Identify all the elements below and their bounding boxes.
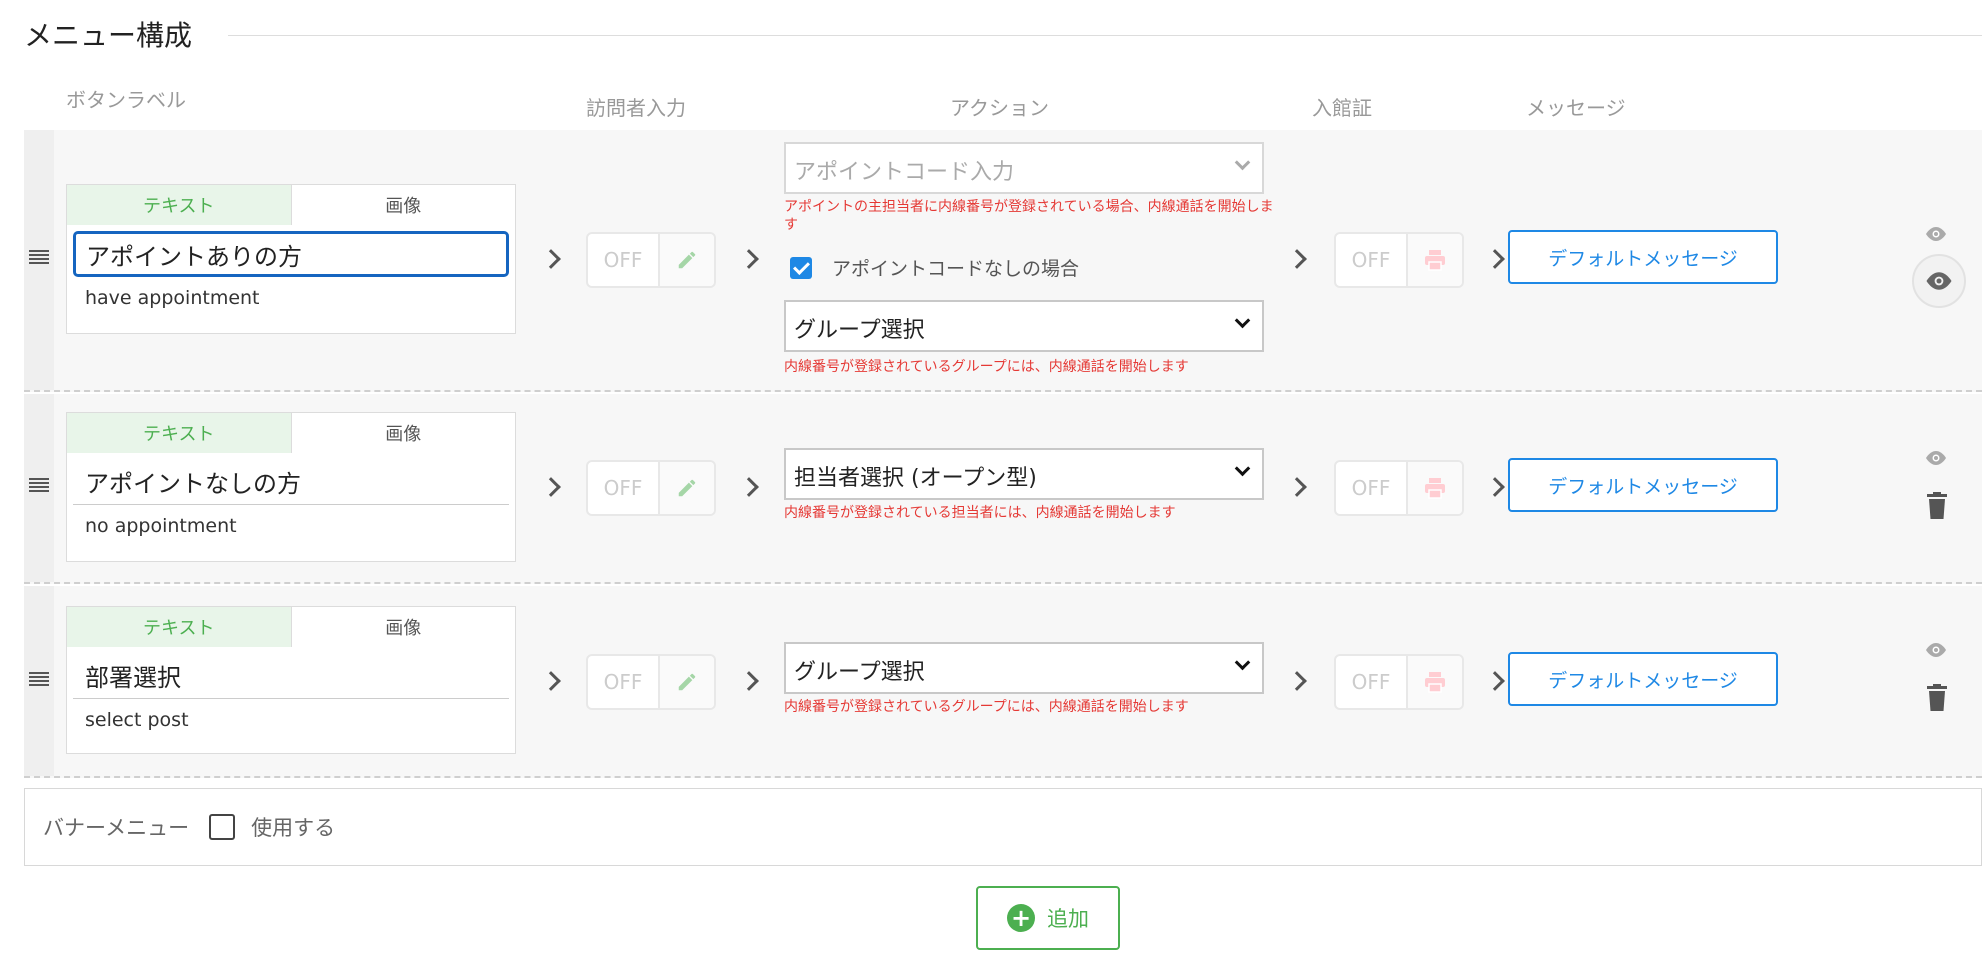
drag-strip bbox=[24, 130, 54, 390]
add-button-label: 追加 bbox=[1047, 907, 1089, 931]
trash-icon[interactable] bbox=[1926, 492, 1948, 524]
header-visitor-input: 訪問者入力 bbox=[586, 96, 686, 120]
toggle-off-label: OFF bbox=[588, 234, 660, 286]
label-input[interactable] bbox=[73, 653, 509, 699]
action-select[interactable]: グループ選択 bbox=[784, 642, 1264, 694]
pass-toggle[interactable]: OFF bbox=[1334, 232, 1464, 288]
label-en-input[interactable] bbox=[73, 699, 509, 741]
chevron-down-icon bbox=[1234, 460, 1251, 477]
drag-handle-icon[interactable] bbox=[29, 478, 49, 492]
header-button-label: ボタンラベル bbox=[66, 88, 186, 112]
tab-text[interactable]: テキスト bbox=[67, 413, 292, 453]
label-en-input[interactable] bbox=[73, 277, 509, 319]
chevron-right-icon bbox=[739, 249, 759, 269]
group-note: 内線番号が登録されているグループには、内線通話を開始します bbox=[784, 359, 1189, 375]
chevron-right-icon bbox=[739, 671, 759, 691]
tab-text[interactable]: テキスト bbox=[67, 607, 292, 647]
pencil-icon bbox=[660, 656, 714, 708]
header-action: アクション bbox=[950, 96, 1049, 120]
drag-strip bbox=[24, 394, 54, 582]
chevron-right-icon bbox=[739, 477, 759, 497]
chevron-down-icon bbox=[1234, 654, 1251, 671]
banner-use-label: 使用する bbox=[251, 816, 336, 840]
pencil-icon bbox=[660, 462, 714, 514]
drag-strip bbox=[24, 586, 54, 776]
chevron-down-icon bbox=[1234, 154, 1251, 171]
chevron-down-icon bbox=[1234, 312, 1251, 329]
default-message-button[interactable]: デフォルトメッセージ bbox=[1508, 652, 1778, 706]
no-appoint-code-checkbox-row[interactable]: アポイントコードなしの場合 bbox=[790, 254, 1079, 281]
action-note: 内線番号が登録されているグループには、内線通話を開始します bbox=[784, 699, 1189, 715]
toggle-off-label: OFF bbox=[1336, 656, 1408, 708]
label-input[interactable] bbox=[73, 459, 509, 505]
trash-icon[interactable] bbox=[1926, 684, 1948, 716]
chevron-right-icon bbox=[541, 249, 561, 269]
eye-icon bbox=[1926, 272, 1952, 290]
chevron-right-icon bbox=[541, 477, 561, 497]
group-select[interactable]: グループ選択 bbox=[784, 300, 1264, 352]
chevron-right-icon bbox=[1485, 671, 1505, 691]
toggle-off-label: OFF bbox=[588, 656, 660, 708]
chevron-right-icon bbox=[1287, 477, 1307, 497]
pass-toggle[interactable]: OFF bbox=[1334, 460, 1464, 516]
menu-row: テキスト 画像 OFF アポイントコード入力 アポイントの主担当者に内線番号が登… bbox=[24, 130, 1982, 392]
eye-icon[interactable] bbox=[1924, 450, 1948, 470]
visitor-input-toggle[interactable]: OFF bbox=[586, 232, 716, 288]
header-message: メッセージ bbox=[1526, 96, 1626, 120]
chevron-right-icon bbox=[1485, 477, 1505, 497]
toggle-off-label: OFF bbox=[1336, 462, 1408, 514]
printer-icon bbox=[1408, 234, 1462, 286]
chevron-right-icon bbox=[1485, 249, 1505, 269]
default-message-button[interactable]: デフォルトメッセージ bbox=[1508, 458, 1778, 512]
title-divider bbox=[228, 35, 1982, 36]
chevron-right-icon bbox=[1287, 671, 1307, 691]
toggle-off-label: OFF bbox=[588, 462, 660, 514]
checkbox[interactable] bbox=[790, 256, 812, 279]
pass-toggle[interactable]: OFF bbox=[1334, 654, 1464, 710]
visitor-input-toggle[interactable]: OFF bbox=[586, 654, 716, 710]
label-input[interactable] bbox=[73, 231, 509, 277]
plus-circle-icon: + bbox=[1007, 904, 1035, 932]
drag-handle-icon[interactable] bbox=[29, 250, 49, 264]
preview-eye-button[interactable] bbox=[1912, 254, 1966, 308]
default-message-button[interactable]: デフォルトメッセージ bbox=[1508, 230, 1778, 284]
tab-image[interactable]: 画像 bbox=[291, 607, 515, 647]
pencil-icon bbox=[660, 234, 714, 286]
checkbox-label: アポイントコードなしの場合 bbox=[832, 258, 1080, 280]
printer-icon bbox=[1408, 656, 1462, 708]
banner-menu-box: バナーメニュー 使用する bbox=[24, 788, 1982, 866]
chevron-right-icon bbox=[541, 671, 561, 691]
toggle-off-label: OFF bbox=[1336, 234, 1408, 286]
tab-image[interactable]: 画像 bbox=[291, 413, 515, 453]
drag-handle-icon[interactable] bbox=[29, 672, 49, 686]
label-card: テキスト 画像 bbox=[66, 606, 516, 754]
eye-icon[interactable] bbox=[1924, 226, 1948, 246]
menu-row: テキスト 画像 OFF 担当者選択 (オープン型) 内線番号が登録されている担当… bbox=[24, 394, 1982, 584]
tab-image[interactable]: 画像 bbox=[291, 185, 515, 225]
banner-menu-label: バナーメニュー bbox=[43, 816, 190, 840]
chevron-right-icon bbox=[1287, 249, 1307, 269]
menu-row: テキスト 画像 OFF グループ選択 内線番号が登録されているグループには、内線… bbox=[24, 586, 1982, 778]
visitor-input-toggle[interactable]: OFF bbox=[586, 460, 716, 516]
banner-use-checkbox[interactable] bbox=[209, 814, 236, 840]
label-card: テキスト 画像 bbox=[66, 184, 516, 334]
action-note: アポイントの主担当者に内線番号が登録されている場合、内線通話を開始します bbox=[784, 199, 1274, 233]
add-button[interactable]: + 追加 bbox=[976, 886, 1120, 950]
label-en-input[interactable] bbox=[73, 505, 509, 547]
action-select[interactable]: 担当者選択 (オープン型) bbox=[784, 448, 1264, 500]
action-note: 内線番号が登録されている担当者には、内線通話を開始します bbox=[784, 505, 1176, 521]
label-card: テキスト 画像 bbox=[66, 412, 516, 562]
section-title: メニュー構成 bbox=[24, 19, 193, 52]
eye-icon[interactable] bbox=[1924, 642, 1948, 662]
printer-icon bbox=[1408, 462, 1462, 514]
action-select[interactable]: アポイントコード入力 bbox=[784, 142, 1264, 194]
tab-text[interactable]: テキスト bbox=[67, 185, 292, 225]
header-pass: 入館証 bbox=[1312, 96, 1372, 120]
